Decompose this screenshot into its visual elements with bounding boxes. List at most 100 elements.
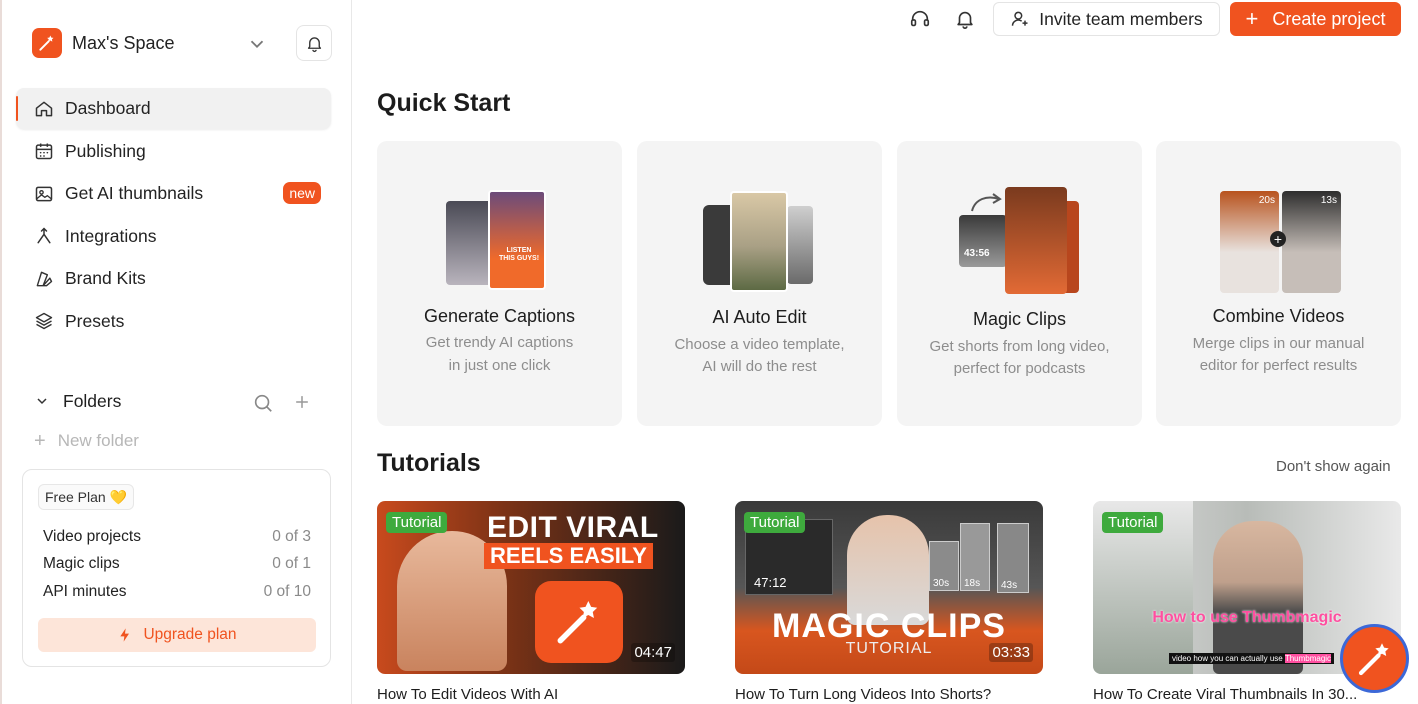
sidebar-item-brand-kits[interactable]: Brand Kits <box>16 258 331 299</box>
folders-label: Folders <box>63 390 122 411</box>
chevron-down-icon[interactable] <box>34 393 50 409</box>
clip-chip-duration: 30s <box>933 578 950 589</box>
headset-icon[interactable] <box>909 8 931 30</box>
sidebar-item-dashboard[interactable]: Dashboard <box>16 88 331 129</box>
create-project-label: Create project <box>1272 8 1386 29</box>
sidebar-item-integrations[interactable]: Integrations <box>16 216 331 257</box>
plan-row: API minutes 0 of 10 <box>43 583 311 601</box>
new-badge: new <box>283 182 321 204</box>
search-icon[interactable] <box>252 392 274 414</box>
app-logo-icon <box>32 28 62 58</box>
sidebar-notifications-button[interactable] <box>296 25 332 61</box>
plus-icon: + <box>34 433 46 449</box>
card-desc-line-1: Get trendy AI captions <box>425 334 574 351</box>
card-desc-line-1: Choose a video template, <box>674 336 845 353</box>
tutorial-title[interactable]: How To Edit Videos With AI <box>377 686 558 703</box>
quick-start-title: Quick Start <box>377 89 511 117</box>
workspace-switcher[interactable]: Max's Space <box>32 25 332 61</box>
tutorial-tag: Tutorial <box>744 512 806 533</box>
tutorial-video-1[interactable]: EDIT VIRAL REELS EASILY Tutorial 04:47 <box>377 501 685 674</box>
card-title: Magic Clips <box>972 309 1067 329</box>
floating-assistant-button[interactable] <box>1340 624 1409 693</box>
card-desc-line-2: perfect for podcasts <box>953 360 1086 377</box>
card-title: Generate Captions <box>423 306 576 326</box>
quick-start-card-auto-edit[interactable]: AI Auto Edit Choose a video template, AI… <box>637 141 882 426</box>
chevron-down-icon[interactable] <box>246 33 268 55</box>
plus-icon[interactable] <box>292 392 312 412</box>
bell-icon[interactable] <box>954 8 976 30</box>
plan-row-label: Video projects <box>43 528 141 545</box>
plus-icon: + <box>1245 6 1259 31</box>
new-folder-button[interactable]: + New folder <box>34 433 139 449</box>
sidebar-item-label: Get AI thumbnails <box>65 183 204 203</box>
plan-row-label: Magic clips <box>43 555 120 572</box>
caption-thumbnail-text: LISTEN THIS GUYS! <box>498 247 540 262</box>
video-duration: 04:47 <box>631 643 675 662</box>
magic-clips-result-thumbnail <box>1005 187 1067 294</box>
folders-section[interactable]: Folders <box>34 386 324 416</box>
plan-row-value: 0 of 3 <box>272 528 311 545</box>
tutorial-overlay-subheadline: REELS EASILY <box>484 543 653 569</box>
invite-label: Invite team members <box>1039 8 1203 29</box>
sidebar-item-presets[interactable]: Presets <box>16 301 331 342</box>
plan-card: Free Plan 💛 Video projects 0 of 3 Magic … <box>22 469 331 667</box>
subtitle-highlight: Thumbmagic <box>1284 654 1332 663</box>
card-desc-line-2: AI will do the rest <box>702 358 817 375</box>
sidebar-item-label: Integrations <box>65 225 157 246</box>
card-desc-line-1: Merge clips in our manual <box>1192 335 1365 352</box>
plan-row: Magic clips 0 of 1 <box>43 555 311 573</box>
create-project-button[interactable]: + Create project <box>1230 2 1401 36</box>
dont-show-again-link[interactable]: Don't show again <box>1276 458 1391 475</box>
sidebar-item-label: Brand Kits <box>65 268 146 288</box>
card-title: Combine Videos <box>1212 306 1345 326</box>
clip-chip-duration: 43s <box>1001 580 1018 591</box>
tutorial-video-2[interactable]: 47:12 30s 18s 43s MAGIC CLIPS TUTORIAL T… <box>735 501 1043 674</box>
invite-team-button[interactable]: Invite team members <box>993 2 1220 36</box>
curved-arrow-icon <box>971 193 1002 212</box>
caption-thumbnail-before <box>446 201 494 285</box>
presenter-face <box>1213 521 1303 674</box>
magic-clips-source-time: 43:56 <box>964 248 990 259</box>
app-logo-icon <box>535 581 623 663</box>
add-user-icon <box>1012 11 1028 26</box>
card-title: AI Auto Edit <box>712 307 807 327</box>
card-desc-line-2: editor for perfect results <box>1199 357 1358 374</box>
plus-icon: + <box>1270 231 1286 247</box>
workspace-name: Max's Space <box>72 32 175 53</box>
auto-edit-thumbnail-main <box>730 191 788 292</box>
tutorial-tag: Tutorial <box>386 512 448 533</box>
quick-start-card-captions[interactable]: LISTEN THIS GUYS! Generate Captions Get … <box>377 141 622 426</box>
tutorial-title[interactable]: How To Turn Long Videos Into Shorts? <box>735 686 991 703</box>
swatch-icon <box>36 271 53 286</box>
bell-icon <box>307 36 321 52</box>
plan-row-label: API minutes <box>43 583 127 600</box>
tutorial-overlay-headline: How to use Thumbmagic <box>1152 609 1342 626</box>
magic-clips-source-thumbnail: 43:56 <box>959 215 1007 267</box>
quick-start-card-combine[interactable]: 20s 13s + Combine Videos Merge clips in … <box>1156 141 1401 426</box>
clip-chip: 43s <box>997 523 1029 593</box>
plan-row-value: 0 of 1 <box>272 555 311 572</box>
video-duration: 03:33 <box>989 643 1033 662</box>
long-video-time: 47:12 <box>754 575 787 590</box>
layers-icon <box>35 312 53 330</box>
card-desc-line-2: in just one click <box>448 357 551 374</box>
clip-chip: 30s <box>929 541 959 591</box>
sidebar-item-label: Dashboard <box>65 98 151 118</box>
sidebar-item-label: Publishing <box>65 140 146 161</box>
tutorial-title[interactable]: How To Create Viral Thumbnails In 30... <box>1093 686 1357 703</box>
plan-badge: Free Plan 💛 <box>38 484 135 510</box>
sidebar-item-publishing[interactable]: Publishing <box>16 131 331 172</box>
sidebar-item-ai-thumbnails[interactable]: Get AI thumbnails new <box>16 173 331 214</box>
upgrade-plan-button[interactable]: Upgrade plan <box>38 618 316 652</box>
combine-clip-2-duration: 13s <box>1320 195 1337 206</box>
sidebar: Max's Space Dashboard Publishing Get AI … <box>0 0 352 704</box>
plan-row-value: 0 of 10 <box>263 583 311 600</box>
calendar-icon <box>35 143 53 160</box>
subtitle-text: video how you can actually use <box>1172 654 1283 663</box>
combine-clip-1-duration: 20s <box>1258 195 1275 206</box>
sidebar-nav: Dashboard Publishing Get AI thumbnails n… <box>16 88 331 343</box>
quick-start-card-magic-clips[interactable]: 43:56 Magic Clips Get shorts from long v… <box>897 141 1142 426</box>
lightning-icon <box>120 628 130 642</box>
tutorial-tag: Tutorial <box>1102 512 1164 533</box>
app-logo-icon <box>1358 642 1389 675</box>
